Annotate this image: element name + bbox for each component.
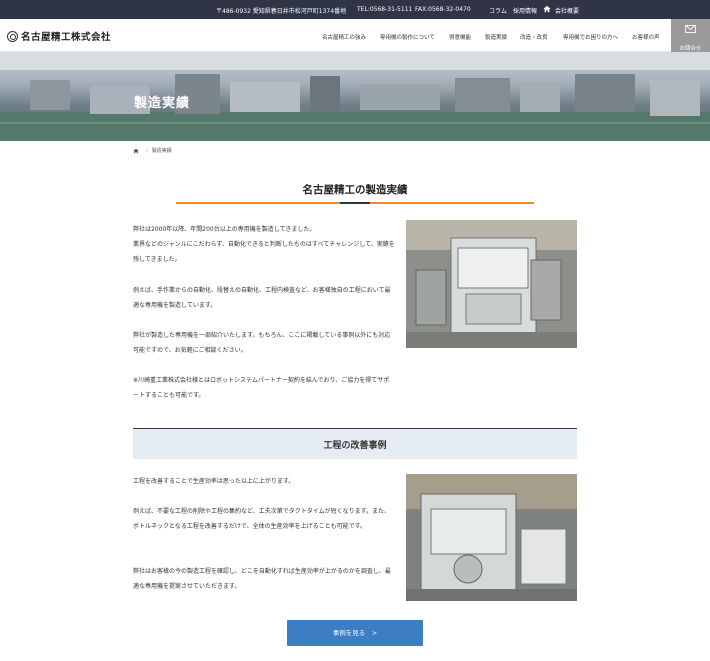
breadcrumb-separator: / bbox=[146, 147, 148, 154]
nav-item-strengths[interactable]: 名古屋精工の強み bbox=[322, 33, 366, 41]
improvement-paragraph: 例えば、不要な工程の削除や工程の集約など、工夫次第でタクトタイムが短くなります。… bbox=[133, 508, 390, 530]
hero-banner: 製造実績 bbox=[0, 52, 710, 141]
intro-paragraph: 例えば、手作業からの自動化、段替えの自動化、工程内検査など、お客様独自の工程にお… bbox=[133, 287, 391, 309]
nav-item-production[interactable]: 専用機の製作について bbox=[380, 33, 435, 41]
site-header: 名古屋精工株式会社 名古屋精工の強み 専用機の製作について 得意機能 製造実績 … bbox=[0, 19, 710, 52]
breadcrumb: / 製造実績 bbox=[133, 147, 172, 154]
improvement-paragraph: 工程を改善することで生産効率は思った以上に上がります。 bbox=[133, 478, 295, 485]
nav-item-results[interactable]: 製造実績 bbox=[485, 33, 507, 41]
section-title: 名古屋精工の製造実績 bbox=[302, 184, 408, 196]
column-link[interactable]: コラム bbox=[489, 6, 507, 15]
machine-photo-1 bbox=[406, 220, 577, 348]
envelope-icon bbox=[685, 25, 696, 33]
intro-paragraph: 弊社は2000年以降、年間200台以上の専用機を製造してきました。 業界などのジ… bbox=[133, 226, 395, 263]
logo-text: 名古屋精工株式会社 bbox=[21, 32, 112, 43]
improvement-paragraph: 弊社はお客様の今の製造工程を確認し、どこを自動化すれば生産効率が上がるのかを調査… bbox=[133, 568, 391, 590]
breadcrumb-current: 製造実績 bbox=[151, 148, 172, 154]
breadcrumb-home-icon[interactable] bbox=[133, 148, 139, 154]
machine-photo-2 bbox=[406, 474, 577, 601]
site-logo[interactable]: 名古屋精工株式会社 bbox=[7, 29, 111, 43]
view-cases-button[interactable]: 事例を見る > bbox=[287, 620, 423, 646]
phone-number[interactable]: TEL:0568-31-5111 bbox=[357, 6, 412, 13]
fax-number: FAX:0568-32-0470 bbox=[415, 6, 471, 13]
title-underline-accent bbox=[340, 202, 370, 204]
improvement-heading: 工程の改善事例 bbox=[133, 428, 577, 459]
improvement-heading-text: 工程の改善事例 bbox=[323, 441, 387, 451]
factory-photo bbox=[0, 52, 710, 141]
nav-item-voices[interactable]: お客様の声 bbox=[632, 33, 660, 41]
intro-paragraph: 弊社が製造した専用機を一部紹介いたします。もちろん、ここに掲載している事例以外に… bbox=[133, 332, 391, 354]
company-address: 〒486-0932 愛知県春日井市松河戸町1374番地 bbox=[216, 8, 347, 15]
recruit-link[interactable]: 採用情報 bbox=[513, 6, 537, 15]
contact-button[interactable]: お問合せ bbox=[671, 19, 710, 52]
nav-item-troubles[interactable]: 専用機でお困りの方へ bbox=[563, 33, 618, 41]
company-profile-link[interactable]: 会社概要 bbox=[555, 6, 579, 15]
nav-item-remodel[interactable]: 改造・改良 bbox=[520, 33, 548, 41]
logo-mark-icon bbox=[7, 30, 18, 42]
top-bar: 〒486-0932 愛知県春日井市松河戸町1374番地 TEL:0568-31-… bbox=[0, 0, 710, 19]
home-icon bbox=[543, 5, 551, 13]
intro-paragraph: ※川崎重工業株式会社様とはロボットシステムパートナー契約を結んでおり、ご協力を得… bbox=[133, 377, 390, 399]
page-title: 製造実績 bbox=[134, 96, 191, 111]
nav-item-functions[interactable]: 得意機能 bbox=[449, 33, 471, 41]
